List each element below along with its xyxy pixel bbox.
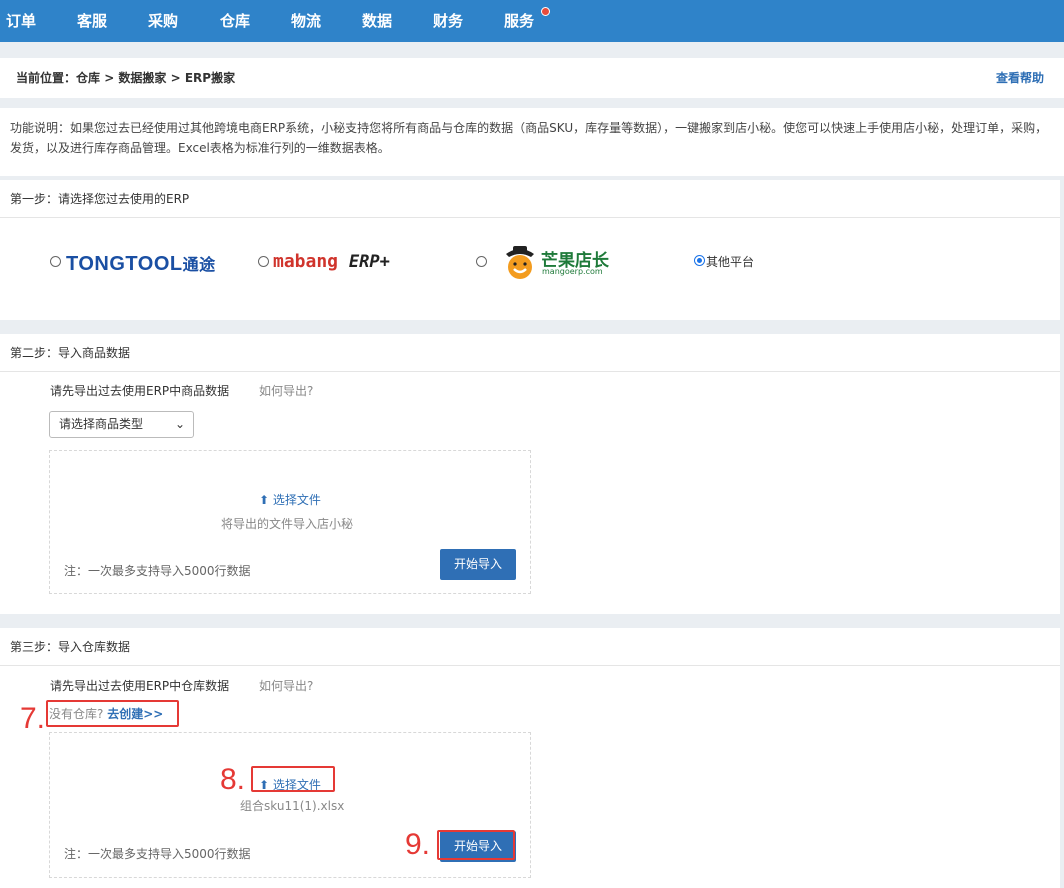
radio-other-platform[interactable] bbox=[694, 255, 705, 266]
product-type-select-value: 请选择商品类型 bbox=[59, 417, 144, 431]
step2-panel: 第二步：导入商品数据 请先导出过去使用ERP中商品数据 如何导出? 请选择商品类… bbox=[0, 334, 1060, 614]
step3-panel: 第三步：导入仓库数据 请先导出过去使用ERP中仓库数据 如何导出? 没有仓库? … bbox=[0, 628, 1060, 888]
mango-logo-sub: mangoerp.com bbox=[542, 267, 603, 276]
mabang-logo-erp: ERP+ bbox=[348, 252, 390, 272]
radio-tongtool[interactable] bbox=[50, 256, 61, 267]
radio-mabang[interactable] bbox=[258, 256, 269, 267]
nav-item-data[interactable]: 数据 bbox=[362, 0, 392, 42]
feature-description: 功能说明：如果您过去已经使用过其他跨境电商ERP系统，小秘支持您将所有商品与仓库… bbox=[0, 108, 1064, 176]
step2-title: 第二步：导入商品数据 bbox=[0, 334, 1060, 372]
product-upload-hint: 将导出的文件导入店小秘 bbox=[221, 517, 354, 531]
product-type-select[interactable]: 请选择商品类型 ⌄ bbox=[49, 411, 194, 438]
radio-mango[interactable] bbox=[476, 256, 487, 267]
tongtool-logo-cn: 通途 bbox=[182, 257, 216, 274]
chevron-down-icon: ⌄ bbox=[174, 417, 185, 431]
nav-item-warehouse[interactable]: 仓库 bbox=[220, 0, 250, 42]
step3-title: 第三步：导入仓库数据 bbox=[0, 628, 1060, 666]
step1-title: 第一步：请选择您过去使用的ERP bbox=[0, 180, 1060, 218]
annotation-number-9: 9. bbox=[405, 828, 431, 861]
warehouse-import-note: 注：一次最多支持导入5000行数据 bbox=[64, 847, 251, 861]
breadcrumb-bar: 当前位置：仓库 > 数据搬家 > ERP搬家 查看帮助 bbox=[0, 58, 1064, 98]
annotation-number-7: 7. bbox=[20, 702, 46, 735]
product-import-note: 注：一次最多支持导入5000行数据 bbox=[64, 564, 251, 578]
mango-mascot-icon bbox=[506, 246, 534, 279]
nav-item-orders[interactable]: 订单 bbox=[6, 0, 36, 42]
annotation-number-8: 8. bbox=[220, 763, 246, 796]
nav-item-service[interactable]: 客服 bbox=[77, 0, 107, 42]
breadcrumb-prefix: 当前位置： bbox=[16, 71, 77, 85]
step2-instruction: 请先导出过去使用ERP中商品数据 bbox=[50, 384, 230, 398]
annotation-box-8 bbox=[251, 766, 335, 792]
top-nav: 订单 客服 采购 仓库 物流 数据 财务 服务 bbox=[0, 0, 1064, 42]
mabang-logo-text: mabang bbox=[273, 251, 339, 272]
breadcrumb: 当前位置：仓库 > 数据搬家 > ERP搬家 bbox=[16, 58, 235, 98]
tongtool-logo[interactable]: TONGTOOL通途 bbox=[66, 251, 216, 276]
step3-how-export-link[interactable]: 如何导出? bbox=[259, 677, 313, 694]
step2-how-export-link[interactable]: 如何导出? bbox=[259, 382, 313, 399]
nav-item-purchase[interactable]: 采购 bbox=[148, 0, 178, 42]
selected-file-name: 组合sku11(1).xlsx bbox=[240, 799, 345, 813]
nav-item-logistics[interactable]: 物流 bbox=[291, 0, 321, 42]
nav-item-finance[interactable]: 财务 bbox=[433, 0, 463, 42]
product-pick-file-button[interactable]: ⬆ 选择文件 bbox=[259, 491, 321, 508]
product-pick-file-label: 选择文件 bbox=[272, 493, 321, 507]
annotation-box-7 bbox=[46, 700, 179, 727]
other-platform-label[interactable]: 其他平台 bbox=[706, 253, 754, 270]
tongtool-logo-text: TONGTOOL bbox=[66, 253, 183, 275]
nav-item-services[interactable]: 服务 bbox=[504, 0, 534, 42]
annotation-box-9 bbox=[437, 830, 515, 860]
product-upload-area[interactable]: ⬆ 选择文件 将导出的文件导入店小秘 注：一次最多支持导入5000行数据 开始导… bbox=[49, 450, 531, 594]
step1-panel: 第一步：请选择您过去使用的ERP TONGTOOL通途 mabang ERP+ … bbox=[0, 180, 1060, 320]
mabang-logo[interactable]: mabang ERP+ bbox=[273, 251, 390, 272]
product-start-import-button[interactable]: 开始导入 bbox=[440, 549, 516, 580]
help-link[interactable]: 查看帮助 bbox=[996, 58, 1044, 98]
notification-dot-icon bbox=[541, 7, 550, 16]
step3-instruction: 请先导出过去使用ERP中仓库数据 bbox=[50, 679, 230, 693]
upload-icon: ⬆ bbox=[259, 493, 270, 507]
breadcrumb-path: 仓库 > 数据搬家 > ERP搬家 bbox=[76, 71, 236, 85]
